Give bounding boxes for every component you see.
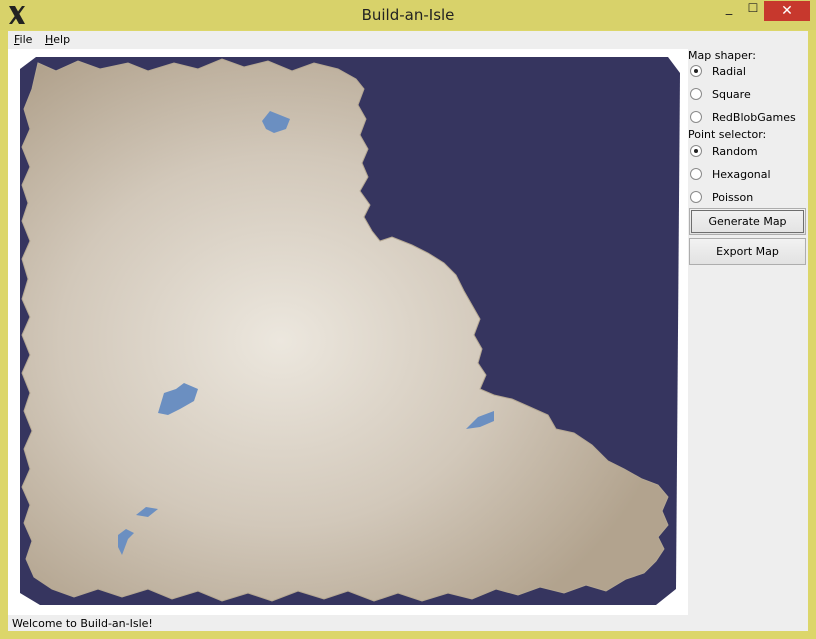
status-bar: Welcome to Build-an-Isle! xyxy=(8,615,808,631)
menu-file[interactable]: File xyxy=(14,33,32,46)
radio-label: Square xyxy=(712,88,751,101)
export-map-button[interactable]: Export Map xyxy=(689,238,806,265)
radio-square[interactable]: Square xyxy=(688,85,806,105)
menu-bar: File Help xyxy=(8,31,808,49)
radio-button[interactable] xyxy=(690,88,702,100)
radio-button[interactable] xyxy=(690,191,702,203)
window-title: Build-an-Isle xyxy=(361,6,455,24)
maximize-button[interactable]: ☐ xyxy=(740,1,766,21)
radio-button[interactable] xyxy=(690,145,702,157)
menu-help-label: elp xyxy=(53,33,71,46)
menu-help[interactable]: Help xyxy=(45,33,70,46)
app-window: Build-an-Isle _ ☐ ✕ File Help Map shaper… xyxy=(0,0,816,639)
point-selector-label: Point selector: xyxy=(688,128,767,141)
close-button[interactable]: ✕ xyxy=(764,1,810,21)
map-shaper-label: Map shaper: xyxy=(688,49,756,62)
radio-label: RedBlobGames xyxy=(712,111,796,124)
generate-map-button[interactable]: Generate Map xyxy=(689,208,806,235)
radio-label: Hexagonal xyxy=(712,168,771,181)
map-canvas[interactable] xyxy=(8,49,688,615)
control-panel: Map shaper: Radial Square RedBlobGames P… xyxy=(688,49,808,615)
radio-label: Poisson xyxy=(712,191,754,204)
minimize-button[interactable]: _ xyxy=(716,1,742,21)
radio-label: Random xyxy=(712,145,758,158)
client-area: File Help Map shaper: Radial Square RedB… xyxy=(8,31,808,631)
radio-button[interactable] xyxy=(690,111,702,123)
menu-file-label: ile xyxy=(19,33,33,46)
radio-button[interactable] xyxy=(690,65,702,77)
radio-label: Radial xyxy=(712,65,746,78)
radio-poisson[interactable]: Poisson xyxy=(688,188,806,208)
radio-hexagonal[interactable]: Hexagonal xyxy=(688,165,806,185)
radio-button[interactable] xyxy=(690,168,702,180)
radio-redblobgames[interactable]: RedBlobGames xyxy=(688,108,806,128)
title-bar[interactable]: Build-an-Isle _ ☐ ✕ xyxy=(0,0,816,30)
radio-radial[interactable]: Radial xyxy=(688,62,806,82)
radio-random[interactable]: Random xyxy=(688,142,806,162)
status-message: Welcome to Build-an-Isle! xyxy=(12,617,153,630)
map-render xyxy=(20,57,680,605)
